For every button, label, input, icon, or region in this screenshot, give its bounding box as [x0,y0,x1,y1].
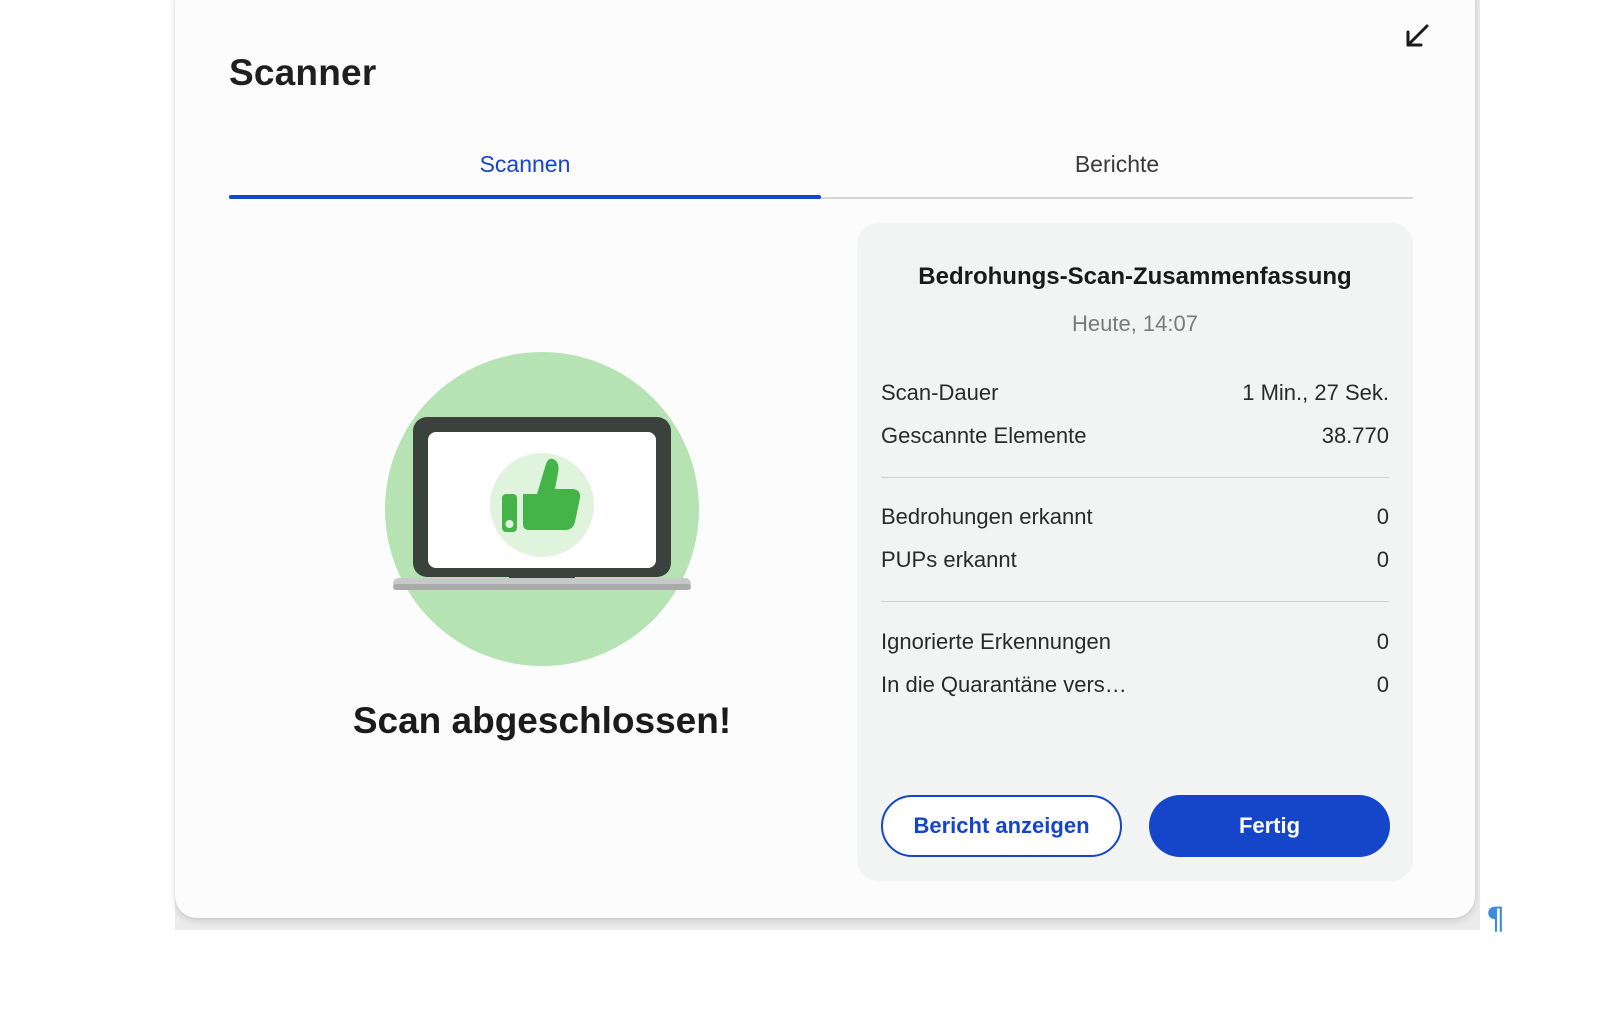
tab-scannen[interactable]: Scannen [229,137,821,199]
row-value: 0 [1376,504,1389,529]
row-label: Ignorierte Erkennungen [881,629,1111,654]
row-value: 0 [1376,672,1389,697]
view-report-button[interactable]: Bericht anzeigen [881,795,1122,857]
summary-row-scan-duration: Scan-Dauer 1 Min., 27 Sek. [881,378,1389,408]
divider [881,477,1389,478]
row-value: 0 [1376,547,1389,572]
summary-row-quarantined: In die Quarantäne vers… 0 [881,670,1389,700]
divider [881,601,1389,602]
row-value: 0 [1376,629,1389,654]
row-value: 38.770 [1321,423,1389,448]
summary-row-threats-detected: Bedrohungen erkannt 0 [881,502,1389,532]
row-label: Scan-Dauer [881,380,999,405]
row-value: 1 Min., 27 Sek. [1242,380,1389,405]
row-label: Bedrohungen erkannt [881,504,1093,529]
page-title: Scanner [229,52,377,93]
laptop-thumbs-up-icon [385,352,699,666]
summary-row-ignored-detections: Ignorierte Erkennungen 0 [881,627,1389,657]
row-label: PUPs erkannt [881,547,1017,572]
minimize-button[interactable] [1395,14,1439,58]
summary-row-scanned-items: Gescannte Elemente 38.770 [881,421,1389,451]
pilcrow-mark: ¶ [1486,902,1506,937]
arrow-down-left-icon [1406,24,1429,47]
tab-bar: Scannen Berichte [229,137,1413,199]
summary-date: Heute, 14:07 [1072,311,1198,336]
summary-title: Bedrohungs-Scan-Zusammenfassung [918,263,1352,290]
summary-row-pups-detected: PUPs erkannt 0 [881,545,1389,575]
tab-berichte[interactable]: Berichte [821,137,1413,197]
scan-summary-card: Bedrohungs-Scan-Zusammenfassung Heute, 1… [857,223,1413,881]
scan-complete-message: Scan abgeschlossen! [352,700,732,741]
row-label: In die Quarantäne vers… [881,672,1127,697]
row-label: Gescannte Elemente [881,423,1087,448]
done-button[interactable]: Fertig [1149,795,1390,857]
